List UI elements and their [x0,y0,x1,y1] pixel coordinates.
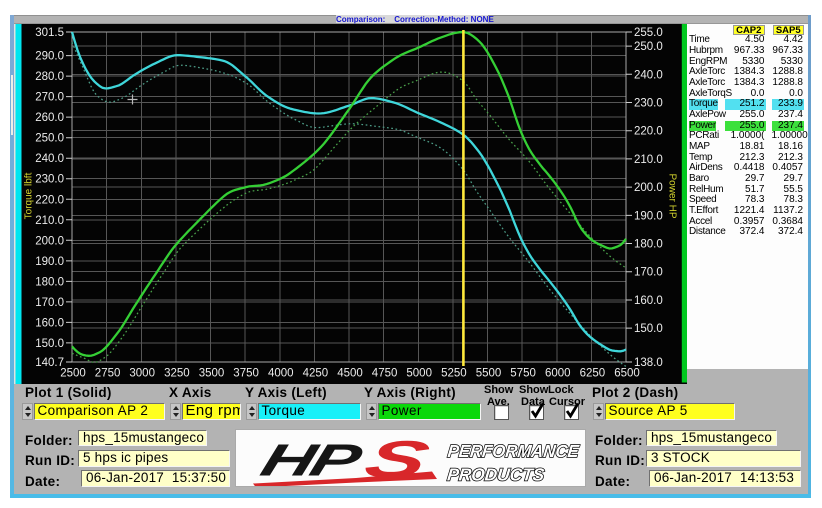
svg-text:160.0: 160.0 [35,317,64,329]
svg-text:220.0: 220.0 [634,125,663,137]
svg-text:180.0: 180.0 [35,276,64,288]
svg-text:190.0: 190.0 [634,210,663,222]
svg-text:3250: 3250 [164,367,190,379]
svg-text:3750: 3750 [233,367,259,379]
svg-text:3500: 3500 [198,367,224,379]
svg-text:3000: 3000 [129,367,155,379]
svg-text:Power HP: Power HP [666,173,677,218]
svg-text:190.0: 190.0 [35,255,64,267]
svg-text:200.0: 200.0 [35,235,64,247]
svg-text:301.5: 301.5 [35,27,64,39]
svg-text:HP: HP [255,434,368,485]
svg-text:250.0: 250.0 [634,41,663,53]
svg-text:4750: 4750 [371,367,397,379]
svg-text:210.0: 210.0 [634,153,663,165]
svg-text:170.0: 170.0 [634,266,663,278]
svg-text:270.0: 270.0 [35,91,64,103]
svg-text:150.0: 150.0 [35,337,64,349]
svg-text:2750: 2750 [94,367,120,379]
svg-text:5500: 5500 [475,367,501,379]
svg-text:250.0: 250.0 [35,132,64,144]
svg-text:5250: 5250 [441,367,467,379]
svg-text:240.0: 240.0 [634,69,663,81]
svg-text:180.0: 180.0 [634,238,663,250]
svg-text:6250: 6250 [579,367,605,379]
svg-text:5750: 5750 [510,367,536,379]
svg-text:6500: 6500 [614,367,640,379]
svg-text:PERFORMANCE: PERFORMANCE [446,441,580,461]
svg-text:2500: 2500 [60,367,86,379]
svg-text:170.0: 170.0 [35,296,64,308]
svg-text:220.0: 220.0 [35,194,64,206]
svg-text:6000: 6000 [545,367,571,379]
svg-text:Torque lbft: Torque lbft [23,172,34,219]
svg-text:5000: 5000 [406,367,432,379]
svg-text:4250: 4250 [302,367,328,379]
svg-text:260.0: 260.0 [35,112,64,124]
svg-text:280.0: 280.0 [35,71,64,83]
svg-text:200.0: 200.0 [634,182,663,194]
svg-text:240.0: 240.0 [35,153,64,165]
svg-text:230.0: 230.0 [634,97,663,109]
svg-text:255.0: 255.0 [634,27,663,39]
svg-text:4000: 4000 [268,367,294,379]
svg-text:PRODUCTS: PRODUCTS [446,464,545,484]
svg-text:4500: 4500 [337,367,363,379]
svg-text:210.0: 210.0 [35,214,64,226]
svg-text:150.0: 150.0 [634,323,663,335]
svg-text:290.0: 290.0 [35,50,64,62]
svg-text:230.0: 230.0 [35,173,64,185]
svg-text:160.0: 160.0 [634,294,663,306]
